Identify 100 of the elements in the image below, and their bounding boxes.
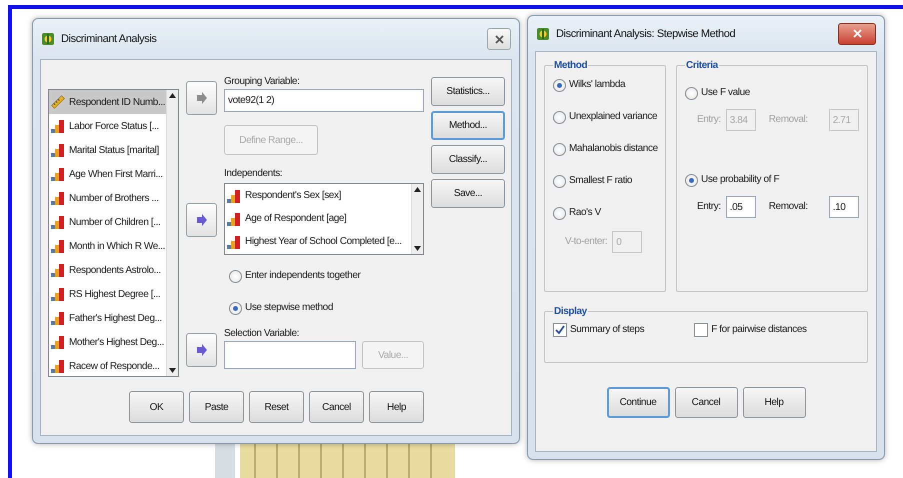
field-label: Selection Variable: (224, 328, 300, 340)
bar-chart-icon (50, 166, 66, 182)
arrow-button[interactable] (186, 333, 217, 367)
list-item[interactable]: Marital Status [marital] (49, 138, 166, 162)
radio-label: Use F value (701, 87, 750, 99)
list-item[interactable]: Respondents Astrolo... (49, 258, 166, 282)
button[interactable]: Continue (606, 387, 670, 418)
radio-label: Wilks' lambda (569, 79, 626, 91)
button[interactable]: Cancel (674, 387, 738, 418)
button[interactable]: Method... (431, 111, 505, 140)
selection-variable-field[interactable] (224, 341, 356, 369)
radio-button[interactable] (685, 86, 698, 100)
group-title: Criteria (685, 60, 719, 71)
radio-label: Use stepwise method (245, 302, 334, 314)
close-icon (852, 29, 862, 38)
field-label: V-to-enter: (565, 236, 608, 248)
bar-chart-icon (50, 190, 66, 206)
arrow-button[interactable] (186, 203, 217, 237)
field-label: Removal: (768, 201, 808, 213)
radio-button[interactable] (553, 174, 566, 188)
list-item[interactable]: Respondent ID Numb... (49, 90, 166, 114)
checkbox-label: Summary of steps (570, 324, 644, 336)
list-item[interactable]: RS Highest Degree [... (49, 282, 166, 306)
checkbox-label: F for pairwise distances (711, 324, 807, 336)
list-item[interactable]: Labor Force Status [... (49, 114, 166, 138)
list-item[interactable]: Number of Children [... (49, 210, 166, 234)
field-label: Entry: (697, 201, 721, 213)
window-title: Discriminant Analysis (61, 33, 157, 45)
list-item[interactable]: Mother's Highest Deg... (49, 330, 166, 354)
button[interactable]: Classify... (431, 145, 505, 174)
variable-list[interactable] (48, 89, 179, 377)
radio-label: Mahalanobis distance (569, 143, 658, 155)
radio-button[interactable] (553, 142, 566, 156)
caret-down-icon (169, 368, 176, 373)
caret-down-icon (414, 246, 421, 251)
list-item[interactable]: Father's Highest Deg... (49, 306, 166, 330)
app-icon (536, 26, 550, 40)
bar-chart-icon (50, 118, 66, 134)
scrollbar[interactable] (411, 184, 423, 254)
list-item[interactable]: Racew of Responde... (49, 354, 166, 376)
checkmark-icon (555, 325, 565, 335)
button[interactable]: OK (129, 391, 184, 423)
list-item[interactable]: Respondent's Sex [sex] (225, 184, 411, 207)
arrow-icon (196, 92, 208, 104)
bar-chart-icon (50, 142, 66, 158)
app-icon (41, 32, 55, 46)
radio-button[interactable] (553, 110, 566, 124)
caret-up-icon (414, 187, 421, 192)
bar-chart-icon (50, 310, 66, 326)
independents-list[interactable]: Respondent's Sex [sex] Age of Respondent [age] Highest Year of School Completed [e... (224, 183, 424, 255)
bar-chart-icon (226, 188, 242, 204)
radio-button[interactable] (553, 206, 566, 220)
radio-button[interactable] (229, 302, 242, 314)
caret-up-icon (169, 93, 176, 98)
button[interactable]: Paste (189, 391, 244, 423)
list-item[interactable]: Age When First Marri... (49, 162, 166, 186)
arrow-icon (196, 214, 208, 226)
button[interactable]: Save... (431, 179, 505, 208)
field-label: Independents: (224, 168, 284, 180)
list-item[interactable]: Number of Brothers ... (49, 186, 166, 210)
window-title: Discriminant Analysis: Stepwise Method (556, 28, 736, 40)
button[interactable]: Help (742, 387, 806, 418)
radio-label: Enter independents together (245, 270, 360, 282)
field-label: Entry: (697, 114, 721, 126)
radio-label: Unexplained variance (569, 111, 658, 123)
radio-button[interactable] (553, 78, 566, 92)
button[interactable]: Help (369, 391, 424, 423)
bar-chart-icon (50, 262, 66, 278)
button[interactable]: Statistics... (431, 77, 505, 106)
field-label: Removal: (768, 114, 808, 126)
radio-button[interactable] (685, 174, 698, 186)
group-title: Display (553, 306, 588, 317)
list-item[interactable]: Month in Which R We... (49, 234, 166, 258)
radio-label: Smallest F ratio (569, 175, 632, 187)
bar-chart-icon (50, 238, 66, 254)
radio-label: Rao's V (569, 207, 601, 219)
bar-chart-icon (50, 358, 66, 374)
scrollbar[interactable] (166, 90, 178, 376)
close-button[interactable] (838, 22, 876, 44)
removal-field[interactable]: .10 (828, 196, 859, 218)
close-button[interactable] (487, 28, 511, 50)
bar-chart-icon (50, 214, 66, 230)
bar-chart-icon (226, 234, 242, 250)
checkbox[interactable] (694, 323, 708, 337)
group-title: Method (553, 60, 588, 71)
checkbox[interactable] (553, 323, 567, 337)
grouping-variable-field[interactable]: vote92(1 2) (224, 89, 424, 112)
entry-field[interactable]: .05 (726, 196, 756, 218)
list-item[interactable]: Highest Year of School Completed [e... (225, 230, 411, 253)
bar-chart-icon (226, 210, 242, 226)
radio-label: Use probability of F (701, 174, 780, 186)
button[interactable]: Cancel (309, 391, 364, 423)
close-icon (494, 34, 504, 44)
button[interactable]: Reset (249, 391, 304, 423)
radio-button[interactable] (229, 270, 242, 282)
bar-chart-icon (50, 334, 66, 350)
list-item[interactable]: Age of Respondent [age] (225, 207, 411, 230)
arrow-icon (196, 344, 208, 356)
bar-chart-icon (50, 286, 66, 302)
field-label: Grouping Variable: (224, 76, 300, 88)
